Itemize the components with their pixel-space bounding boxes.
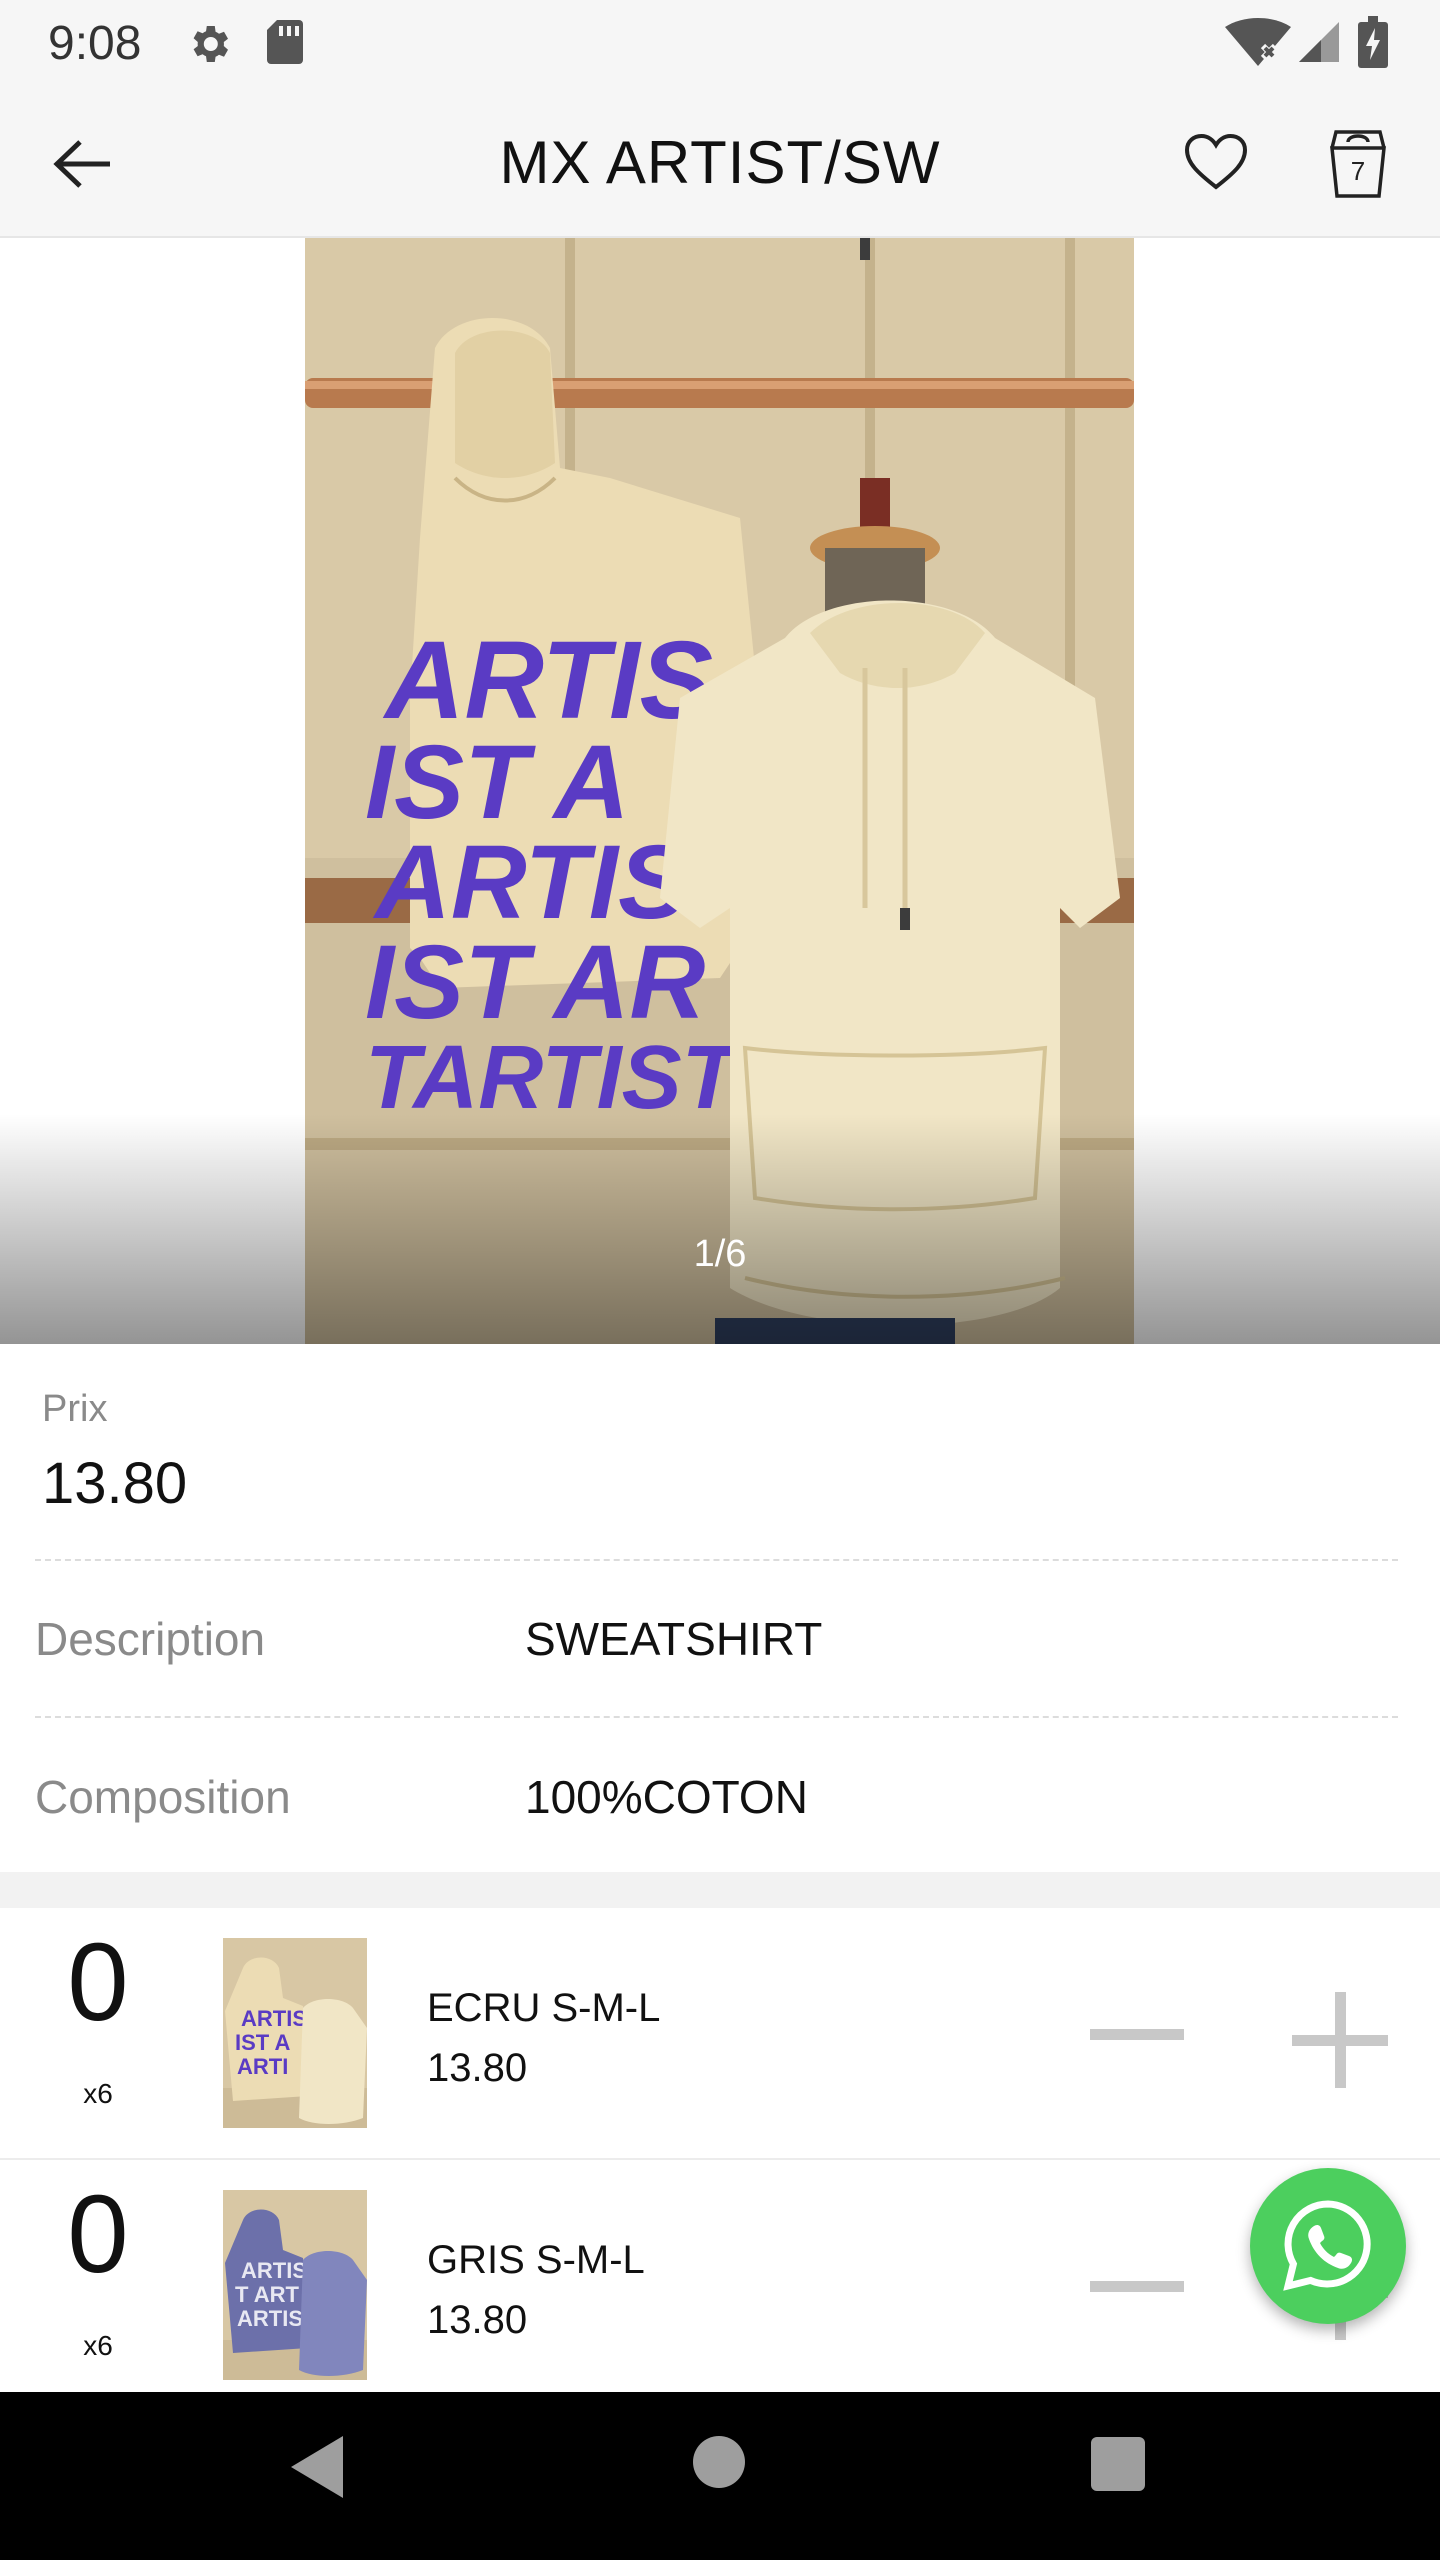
divider	[35, 1716, 1398, 1718]
minus-icon	[1090, 2029, 1184, 2040]
composition-label: Composition	[35, 1771, 291, 1823]
decrease-quantity-button[interactable]	[1085, 1988, 1189, 2082]
product-image-gallery[interactable]: ARTIS IST A ARTIS IST AR TARTIST 1/6	[0, 238, 1440, 1344]
svg-text:ARTI: ARTI	[237, 2054, 288, 2079]
gear-icon	[193, 26, 228, 62]
variant-pack-size: x6	[83, 2330, 113, 2361]
variant-price: 13.80	[427, 2046, 528, 2090]
sd-card-icon	[267, 20, 303, 64]
description-label: Description	[35, 1613, 266, 1665]
nav-recents-icon[interactable]	[1091, 2437, 1145, 2491]
increase-quantity-button[interactable]	[1288, 1988, 1392, 2092]
variant-quantity: 0	[67, 2173, 129, 2296]
battery-charging-icon	[1358, 16, 1388, 68]
svg-text:T ART: T ART	[235, 2282, 300, 2307]
nav-back-icon[interactable]	[285, 2432, 355, 2502]
status-bar: 9:08	[0, 0, 1440, 90]
svg-text:IST A: IST A	[235, 2030, 291, 2055]
description-value: SWEATSHIRT	[525, 1613, 823, 1665]
variant-thumbnail[interactable]: ARTISIST AARTI	[223, 1938, 367, 2128]
variant-name: GRIS S-M-L	[427, 2238, 645, 2282]
price-value: 13.80	[42, 1451, 188, 1516]
price-label: Prix	[42, 1388, 108, 1430]
signal-icon	[1299, 22, 1339, 62]
variant-quantity: 0	[67, 1921, 129, 2044]
section-separator	[0, 1872, 1440, 1908]
svg-text:ARTIS: ARTIS	[241, 2258, 307, 2283]
variant-thumbnail[interactable]: ARTIST ARTARTIS	[223, 2190, 367, 2380]
whatsapp-button[interactable]	[1250, 2168, 1406, 2324]
shopping-bag-button[interactable]: 7	[1318, 120, 1398, 204]
variant-pack-size: x6	[83, 2078, 113, 2109]
minus-icon	[1090, 2281, 1184, 2292]
divider	[35, 1559, 1398, 1561]
variant-row: 0 x6 ARTIS IST A ARTI ECRU S-M-L 13.80	[0, 1908, 1440, 2160]
composition-value: 100%COTON	[525, 1771, 808, 1823]
status-time: 9:08	[48, 17, 142, 70]
whatsapp-icon	[1283, 2200, 1371, 2291]
plus-icon	[1292, 1992, 1388, 2088]
app-toolbar: MX ARTIST/SW 7	[0, 90, 1440, 238]
svg-text:ARTIS: ARTIS	[237, 2306, 303, 2331]
bag-count-badge: 7	[1350, 156, 1366, 186]
nav-home-icon[interactable]	[693, 2436, 745, 2488]
svg-text:ARTIS: ARTIS	[241, 2006, 307, 2031]
wifi-icon	[1225, 18, 1291, 66]
favorite-button[interactable]	[1176, 122, 1256, 202]
variant-price: 13.80	[427, 2298, 528, 2342]
heart-icon	[1184, 133, 1248, 190]
svg-text:TARTIST: TARTIST	[365, 1028, 744, 1128]
variant-name: ECRU S-M-L	[427, 1986, 661, 2030]
variant-row: 0 x6 ARTIS T ART ARTIS GRIS S-M-L 13.80	[0, 2160, 1440, 2412]
gallery-page-counter: 1/6	[693, 1233, 747, 1275]
gallery-gradient-overlay	[0, 1114, 1440, 1344]
svg-text:IST AR: IST AR	[365, 924, 705, 1041]
decrease-quantity-button[interactable]	[1085, 2240, 1189, 2334]
system-navigation-bar	[0, 2392, 1440, 2560]
